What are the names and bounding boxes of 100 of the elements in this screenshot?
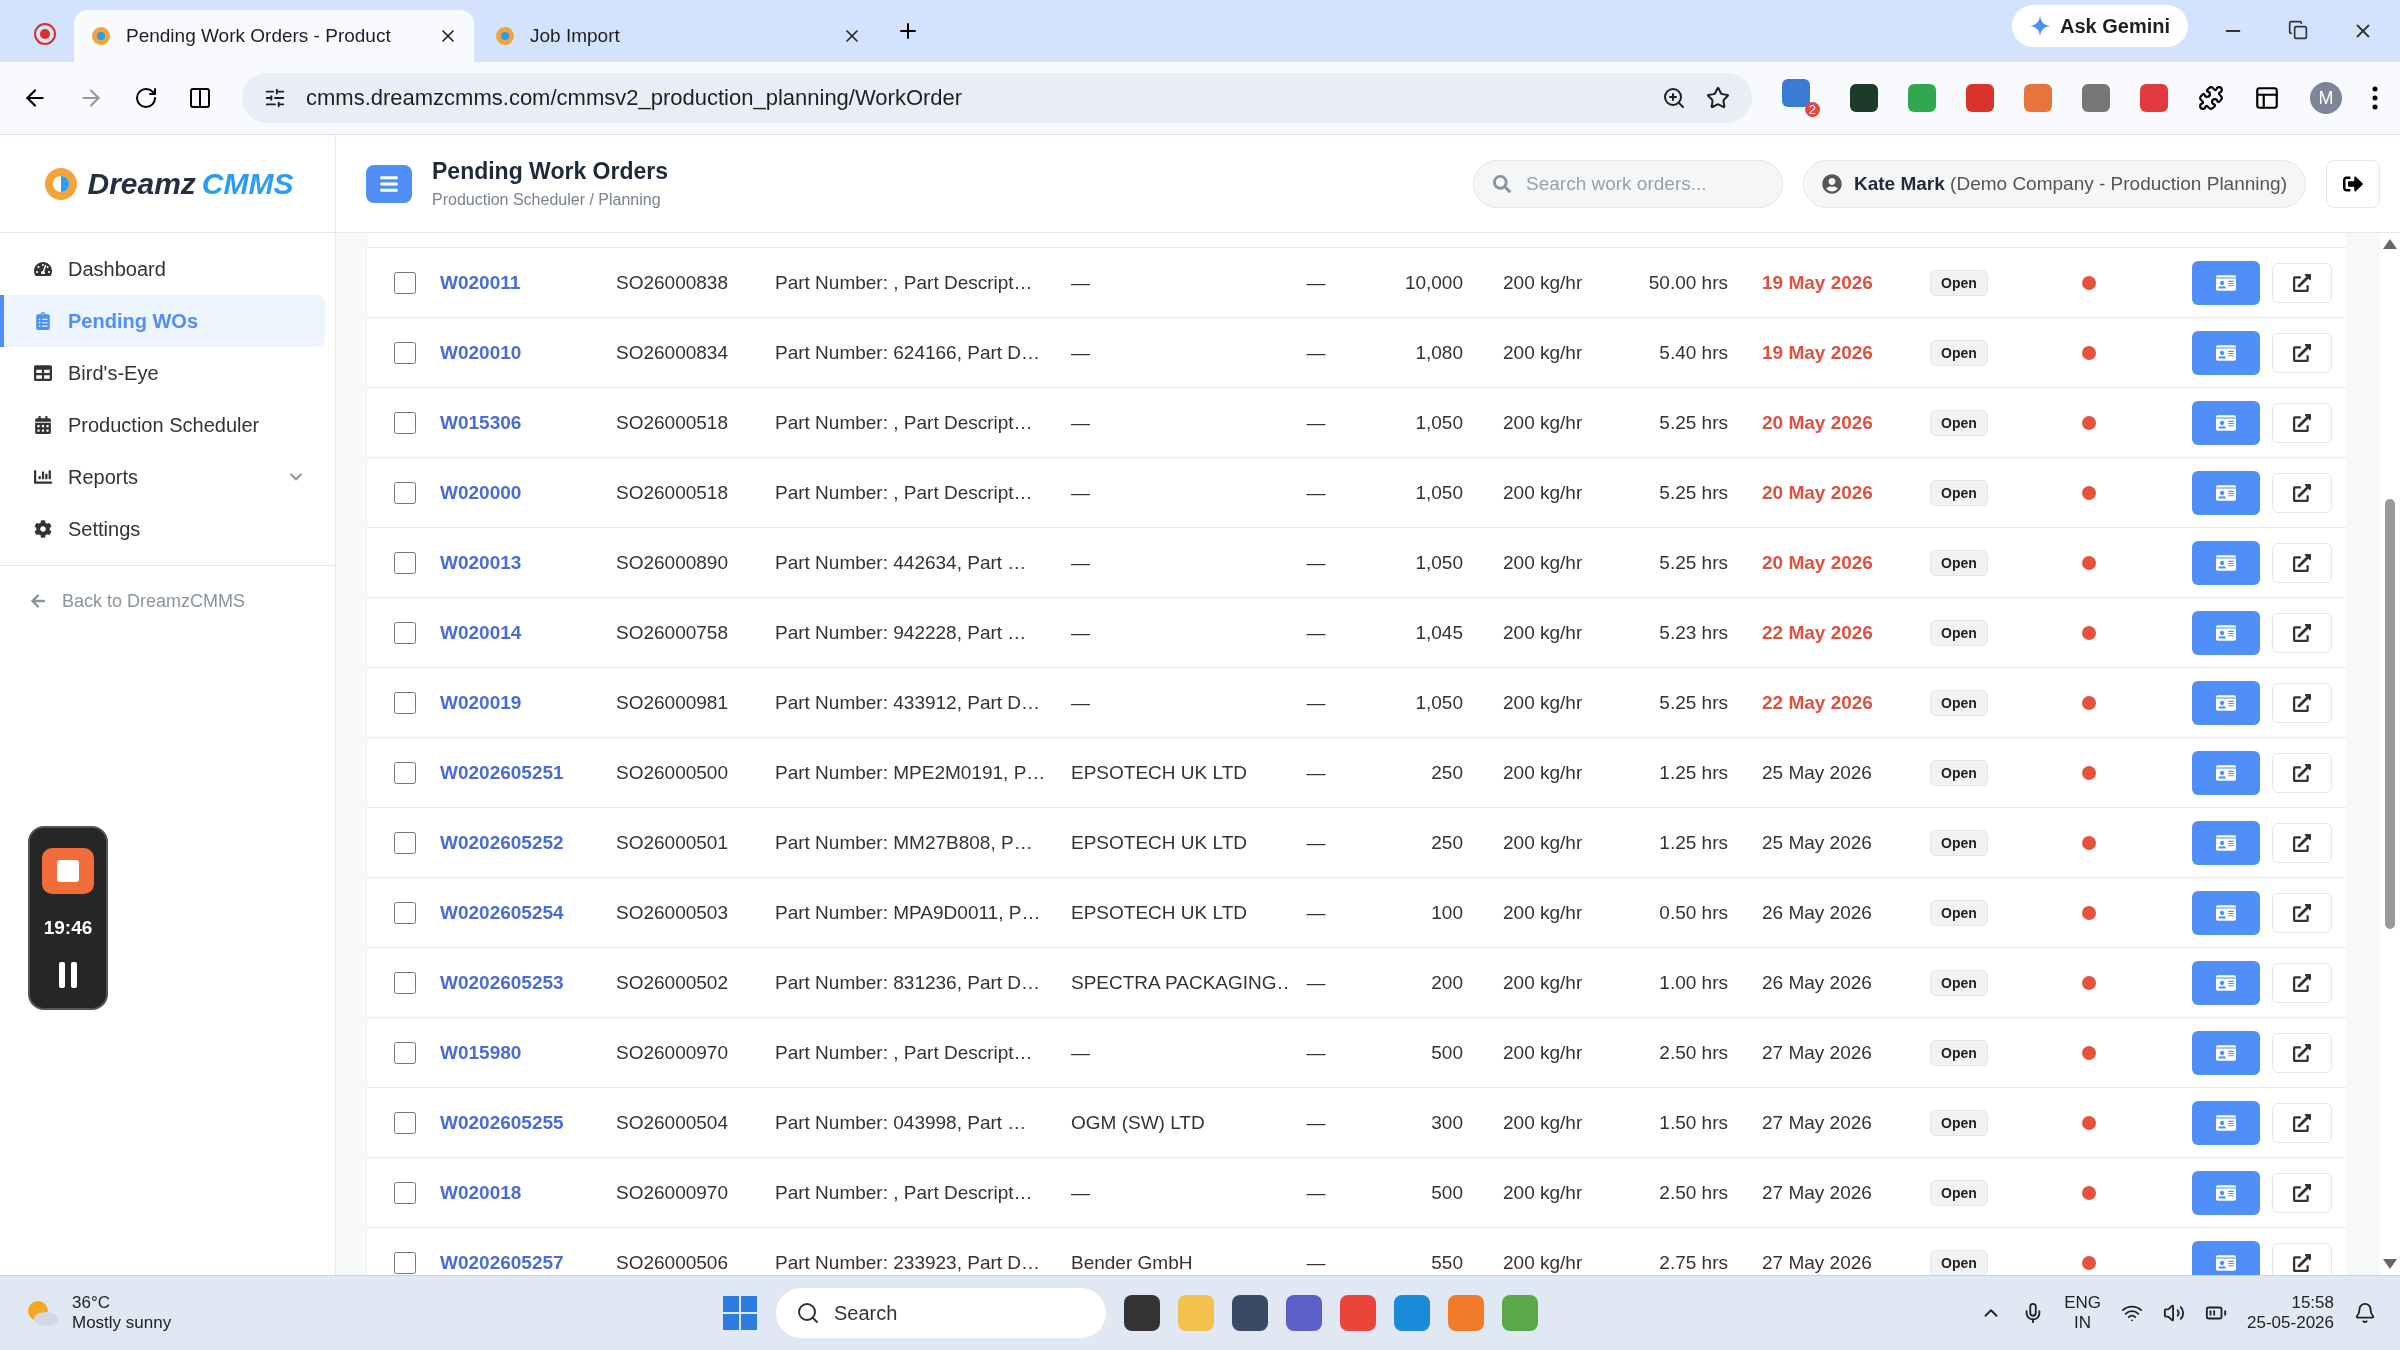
app-icon[interactable] (1232, 1295, 1268, 1331)
work-order-link[interactable]: W0202605254 (440, 901, 564, 924)
app-icon[interactable] (1124, 1295, 1160, 1331)
extension-icon[interactable] (1850, 84, 1878, 112)
nav-item[interactable]: Settings (0, 503, 325, 555)
row-checkbox[interactable] (394, 1041, 416, 1064)
work-order-link[interactable]: W015980 (440, 1041, 522, 1064)
more-icon[interactable] (2372, 86, 2378, 110)
details-button[interactable] (2192, 960, 2260, 1005)
work-order-link[interactable]: W0202605252 (440, 831, 564, 854)
row-checkbox[interactable] (394, 1251, 416, 1274)
nav-item[interactable]: Pending WOs (0, 295, 325, 347)
details-button[interactable] (2192, 1170, 2260, 1215)
open-link-button[interactable] (2272, 752, 2332, 793)
details-button[interactable] (2192, 1240, 2260, 1275)
search-field[interactable]: Search work orders... (1473, 159, 1783, 208)
bookmark-icon[interactable] (1706, 86, 1730, 110)
ask-gemini-button[interactable]: Ask Gemini (2011, 5, 2188, 47)
work-order-link[interactable]: W0202605251 (440, 761, 564, 784)
menu-button[interactable] (366, 164, 412, 203)
profile-avatar[interactable]: M (2310, 82, 2342, 114)
nav-item[interactable]: Dashboard (0, 243, 325, 295)
details-button[interactable] (2192, 1100, 2260, 1145)
browser-tab[interactable]: Job Import (478, 10, 878, 62)
zoom-icon[interactable] (1662, 86, 1686, 110)
details-button[interactable] (2192, 1030, 2260, 1075)
scroll-down-icon[interactable] (2383, 1259, 2397, 1269)
open-link-button[interactable] (2272, 682, 2332, 723)
row-checkbox[interactable] (394, 691, 416, 714)
work-order-link[interactable]: W015306 (440, 411, 522, 434)
details-button[interactable] (2192, 820, 2260, 865)
windows-start-icon[interactable] (722, 1295, 758, 1331)
details-button[interactable] (2192, 890, 2260, 935)
volume-icon[interactable] (2163, 1302, 2186, 1324)
scroll-up-icon[interactable] (2383, 239, 2397, 249)
open-link-button[interactable] (2272, 822, 2332, 863)
row-checkbox[interactable] (394, 341, 416, 364)
details-button[interactable] (2192, 470, 2260, 515)
details-button[interactable] (2192, 750, 2260, 795)
pause-icon[interactable] (57, 962, 79, 989)
work-order-link[interactable]: W0202605253 (440, 971, 564, 994)
scrollbar[interactable] (2380, 233, 2400, 1275)
restore-icon[interactable] (2288, 20, 2308, 40)
row-checkbox[interactable] (394, 1111, 416, 1134)
work-order-link[interactable]: W0202605255 (440, 1111, 564, 1134)
open-link-button[interactable] (2272, 402, 2332, 443)
row-checkbox[interactable] (394, 831, 416, 854)
notification-icon[interactable] (2354, 1302, 2376, 1324)
open-link-button[interactable] (2272, 472, 2332, 513)
site-info-icon[interactable] (264, 87, 286, 109)
logout-button[interactable] (2326, 159, 2380, 208)
nav-item[interactable]: Reports (0, 451, 325, 503)
details-button[interactable] (2192, 260, 2260, 305)
open-link-button[interactable] (2272, 1172, 2332, 1213)
nav-item[interactable]: Production Scheduler (0, 399, 325, 451)
user-chip[interactable]: Kate Mark (Demo Company - Production Planning) (1803, 159, 2306, 208)
clock[interactable]: 15:58 25-05-2026 (2247, 1293, 2334, 1333)
tab-search-icon[interactable] (2254, 85, 2280, 111)
stop-button[interactable] (42, 847, 94, 894)
open-link-button[interactable] (2272, 962, 2332, 1003)
nav-item[interactable]: Bird's-Eye (0, 347, 325, 399)
open-link-button[interactable] (2272, 542, 2332, 583)
open-link-button[interactable] (2272, 612, 2332, 653)
work-order-link[interactable]: W020000 (440, 481, 522, 504)
details-button[interactable] (2192, 330, 2260, 375)
details-button[interactable] (2192, 540, 2260, 585)
back-link[interactable]: Back to DreamzCMMS (0, 566, 335, 636)
row-checkbox[interactable] (394, 481, 416, 504)
row-checkbox[interactable] (394, 971, 416, 994)
open-link-button[interactable] (2272, 892, 2332, 933)
reload-icon[interactable] (134, 86, 158, 110)
row-checkbox[interactable] (394, 1181, 416, 1204)
row-checkbox[interactable] (394, 271, 416, 294)
work-order-link[interactable]: W020011 (440, 271, 521, 294)
work-order-link[interactable]: W020018 (440, 1181, 522, 1204)
split-view-icon[interactable] (188, 86, 212, 110)
address-bar[interactable]: cmms.dreamzcmms.com/cmmsv2_production_planning/WorkOrder (242, 73, 1752, 123)
scroll-thumb[interactable] (2385, 499, 2395, 929)
row-checkbox[interactable] (394, 411, 416, 434)
work-order-link[interactable]: W020010 (440, 341, 522, 364)
open-link-button[interactable] (2272, 1242, 2332, 1275)
extensions-icon[interactable] (2198, 85, 2224, 111)
language-indicator[interactable]: ENG IN (2064, 1293, 2102, 1333)
row-checkbox[interactable] (394, 901, 416, 924)
details-button[interactable] (2192, 400, 2260, 445)
open-link-button[interactable] (2272, 262, 2332, 303)
row-checkbox[interactable] (394, 551, 416, 574)
details-button[interactable] (2192, 680, 2260, 725)
browser-tab[interactable]: Pending Work Orders - Product (74, 10, 474, 62)
work-order-link[interactable]: W020019 (440, 691, 522, 714)
row-checkbox[interactable] (394, 621, 416, 644)
app-icon[interactable] (1286, 1295, 1322, 1331)
open-link-button[interactable] (2272, 1032, 2332, 1073)
details-button[interactable] (2192, 610, 2260, 655)
open-link-button[interactable] (2272, 1102, 2332, 1143)
work-order-link[interactable]: W020013 (440, 551, 522, 574)
row-checkbox[interactable] (394, 761, 416, 784)
work-order-link[interactable]: W0202605257 (440, 1251, 564, 1274)
work-order-link[interactable]: W020014 (440, 621, 522, 644)
taskbar-search[interactable]: Search (776, 1288, 1106, 1338)
